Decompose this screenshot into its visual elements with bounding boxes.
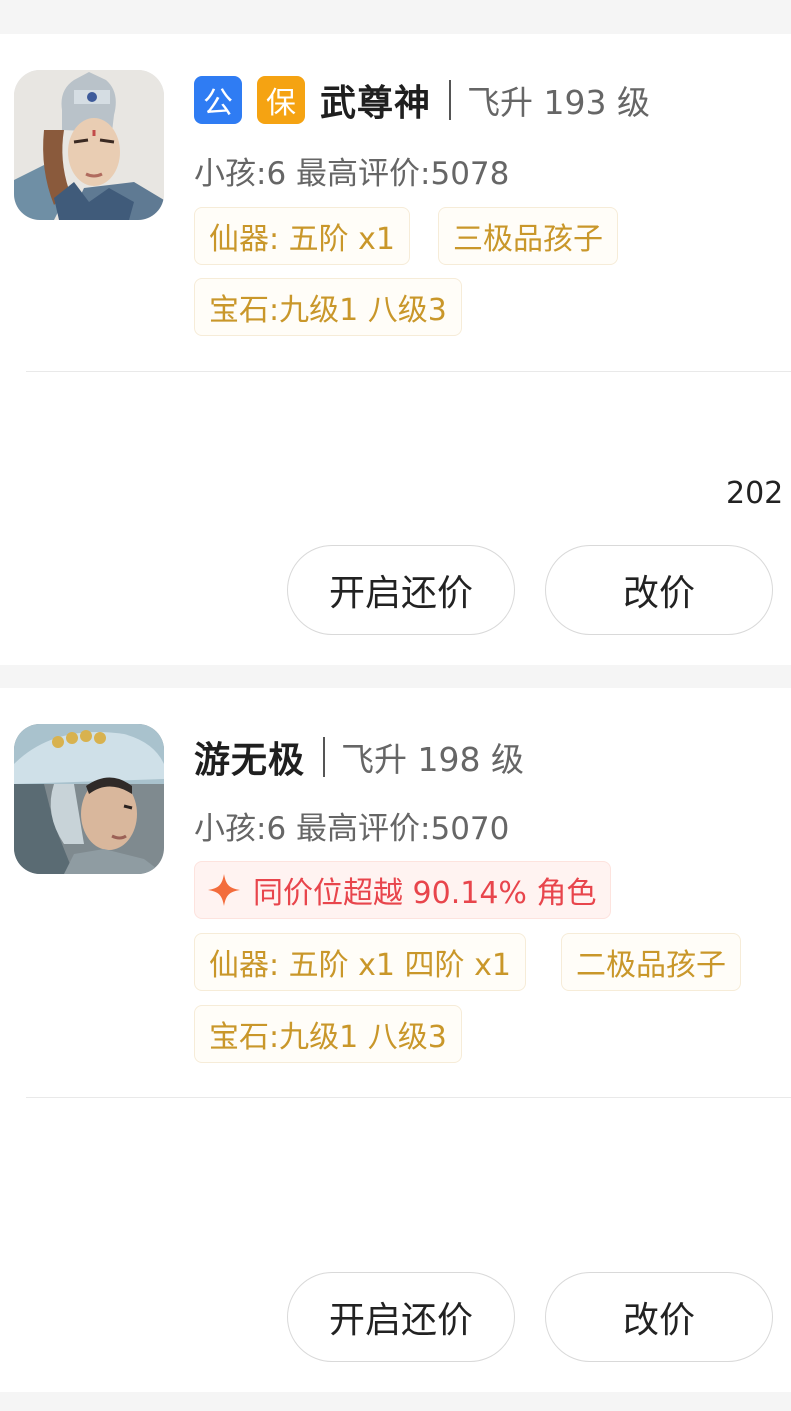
listing-title-row: 公 保 武尊神 飞升 193 级 <box>194 75 650 125</box>
tag-kids-quality: 二极品孩子 <box>561 933 741 991</box>
character-stats: 小孩:6 最高评价:5078 <box>194 148 509 193</box>
character-name: 武尊神 <box>320 83 432 124</box>
card-divider <box>26 1097 791 1098</box>
card-divider <box>26 371 791 372</box>
highest-rating: 最高评价:5078 <box>296 156 510 192</box>
listing-card[interactable]: 公 保 武尊神 飞升 193 级 小孩:6 最高评价:5078 仙器: 五阶 x… <box>0 34 791 665</box>
character-level: 飞升 193 级 <box>467 83 650 122</box>
character-avatar[interactable] <box>14 724 164 874</box>
sparkle-icon <box>208 874 240 906</box>
highlight-text: 同价位超越 90.14% 角色 <box>253 876 597 911</box>
kids-count: 小孩:6 <box>194 156 287 192</box>
price-rank-highlight: 同价位超越 90.14% 角色 <box>194 861 612 919</box>
tag-kids-quality: 三极品孩子 <box>438 207 618 265</box>
character-level: 飞升 198 级 <box>341 740 524 779</box>
tag-artifact: 仙器: 五阶 x1 <box>194 207 411 265</box>
guarantee-badge: 保 <box>257 76 305 124</box>
warrior-portrait-icon <box>14 70 164 220</box>
character-avatar[interactable] <box>14 70 164 220</box>
tag-gems: 宝石:九级1 八级3 <box>194 278 462 336</box>
kids-count: 小孩:6 <box>194 811 287 847</box>
listing-card[interactable]: 游无极 飞升 198 级 小孩:6 最高评价:5070 同价位超越 90.14%… <box>0 688 791 1392</box>
tag-gems: 宝石:九级1 八级3 <box>194 1005 462 1063</box>
official-badge: 公 <box>194 76 242 124</box>
swordsman-portrait-icon <box>14 724 164 874</box>
edit-price-button[interactable]: 改价 <box>545 1272 773 1362</box>
counter-offer-button[interactable]: 开启还价 <box>287 545 515 635</box>
truncated-text: 202 <box>726 476 784 511</box>
title-separator <box>323 737 326 777</box>
character-stats: 小孩:6 最高评价:5070 <box>194 803 509 848</box>
tag-artifact: 仙器: 五阶 x1 四阶 x1 <box>194 933 526 991</box>
character-name: 游无极 <box>194 740 306 781</box>
listing-title-row: 游无极 飞升 198 级 <box>194 732 524 782</box>
edit-price-button[interactable]: 改价 <box>545 545 773 635</box>
highest-rating: 最高评价:5070 <box>296 811 510 847</box>
title-separator <box>449 80 452 120</box>
counter-offer-button[interactable]: 开启还价 <box>287 1272 515 1362</box>
